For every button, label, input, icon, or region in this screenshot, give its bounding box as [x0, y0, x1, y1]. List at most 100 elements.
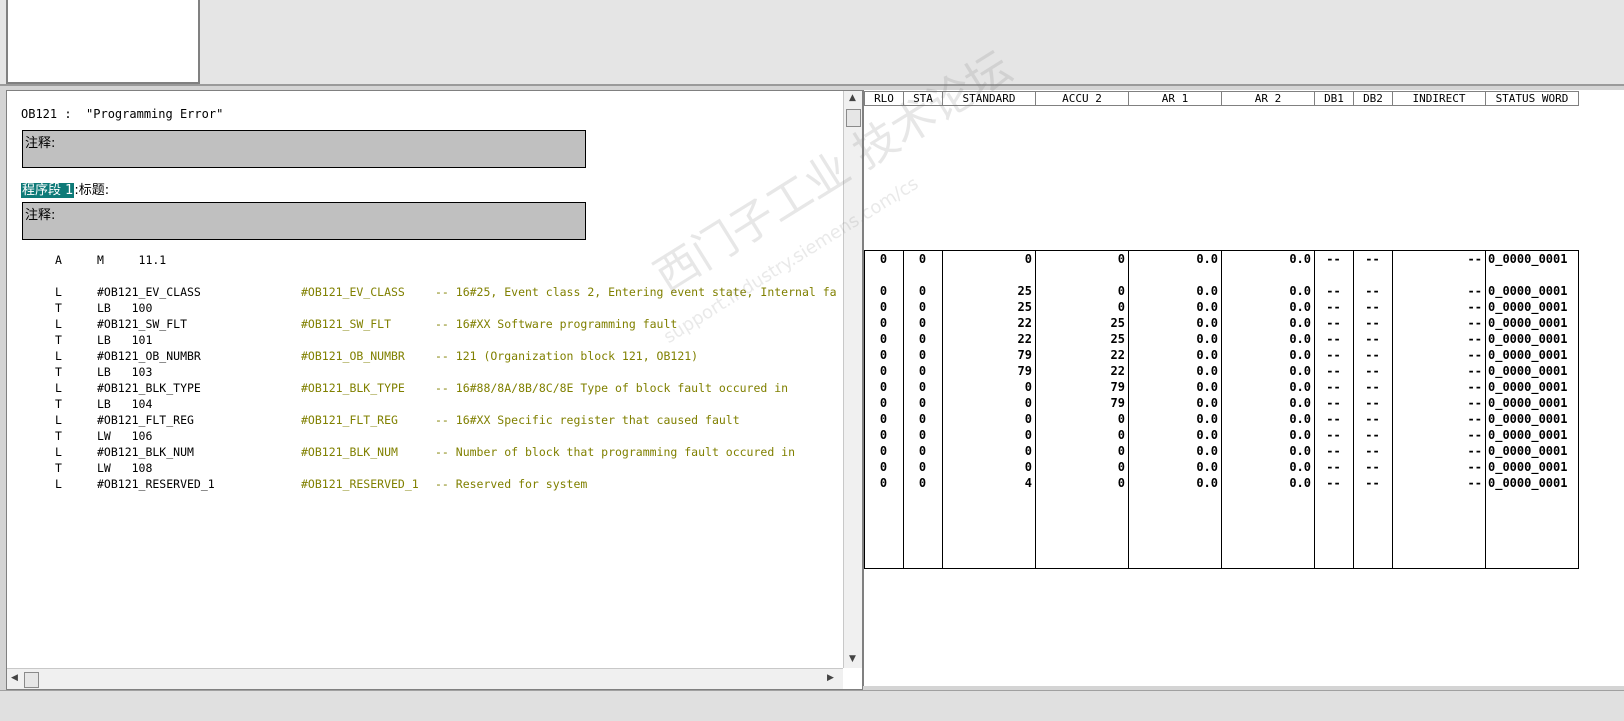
network-comment-field[interactable]: 注释:: [22, 202, 586, 240]
status-cell: 0: [879, 476, 888, 490]
status-cell: 0.0: [1196, 412, 1218, 426]
code-line[interactable]: T LB 100: [7, 301, 843, 317]
vertical-scroll-thumb[interactable]: [846, 109, 861, 127]
vertical-scrollbar[interactable]: ▲ ▼: [843, 91, 862, 668]
status-cell: --: [1326, 380, 1341, 394]
code-editor-pane[interactable]: OB121 : "Programming Error" 注释: 程序段 1:标题…: [6, 90, 863, 690]
code-symbol: #OB121_FLT_REG: [301, 413, 398, 427]
status-cell: 0: [879, 252, 888, 266]
status-cell: --: [1467, 380, 1482, 394]
header-db2[interactable]: DB2: [1353, 91, 1393, 106]
header-db1[interactable]: DB1: [1314, 91, 1354, 106]
header-rlo[interactable]: RLO: [864, 91, 904, 106]
status-cell: 0_0000_0001: [1488, 284, 1568, 298]
status-cell: 0.0: [1289, 364, 1311, 378]
header-accu2[interactable]: ACCU 2: [1035, 91, 1129, 106]
code-line[interactable]: T LB 103: [7, 365, 843, 381]
top-area: [0, 0, 1624, 86]
status-cell: --: [1467, 332, 1482, 346]
status-cell: 0.0: [1196, 460, 1218, 474]
status-cell: 0: [1117, 444, 1125, 458]
status-cell: --: [1467, 412, 1482, 426]
status-cell: 0.0: [1289, 444, 1311, 458]
header-indirect[interactable]: INDIRECT: [1392, 91, 1486, 106]
status-cell: 0_0000_0001: [1488, 316, 1568, 330]
code-line[interactable]: L #OB121_EV_CLASS #OB121_EV_CLASS -- 16#25,…: [7, 285, 843, 301]
status-cell: 0: [1024, 428, 1032, 442]
status-cell: 0: [918, 348, 927, 362]
status-cell: 0: [918, 252, 927, 266]
block-comment-field[interactable]: 注释:: [22, 130, 586, 168]
status-cell: --: [1365, 284, 1380, 298]
scroll-right-icon[interactable]: ▶: [827, 673, 834, 683]
status-cell: --: [1326, 316, 1341, 330]
status-cell: 0_0000_0001: [1488, 300, 1568, 314]
code-line[interactable]: L #OB121_RESERVED_1 #OB121_RESERVED_1 -- Re…: [7, 477, 843, 493]
status-cell: --: [1467, 444, 1482, 458]
scroll-down-icon[interactable]: ▼: [849, 654, 856, 664]
status-cell: 0.0: [1289, 300, 1311, 314]
code-line[interactable]: L #OB121_SW_FLT #OB121_SW_FLT -- 16#XX Soft…: [7, 317, 843, 333]
header-standard[interactable]: STANDARD: [942, 91, 1036, 106]
code-comment: -- 16#XX Specific register that caused f…: [435, 413, 740, 427]
code-operation: T: [55, 429, 62, 443]
code-line[interactable]: L #OB121_BLK_TYPE #OB121_BLK_TYPE -- 16#88/…: [7, 381, 843, 397]
code-comment: -- 121 (Organization block 121, OB121): [435, 349, 699, 363]
status-cell: --: [1365, 316, 1380, 330]
status-cell: 0: [918, 396, 927, 410]
network-label[interactable]: 程序段 1: [21, 183, 75, 198]
status-cell: 0: [879, 460, 888, 474]
status-cell: --: [1467, 348, 1482, 362]
header-ar2[interactable]: AR 2: [1221, 91, 1315, 106]
code-line[interactable]: T LW 108: [7, 461, 843, 477]
comment-label: 注释:: [25, 136, 56, 151]
block-title: OB121 : "Programming Error": [21, 107, 224, 121]
code-line[interactable]: T LB 104: [7, 397, 843, 413]
code-line[interactable]: [7, 269, 843, 285]
status-cell: --: [1467, 300, 1482, 314]
status-cell: 22: [1110, 348, 1125, 362]
status-cell: 0: [879, 444, 888, 458]
status-cell: --: [1365, 332, 1380, 346]
code-operation: T: [55, 301, 62, 315]
status-cell: --: [1365, 380, 1380, 394]
status-cell: --: [1326, 444, 1341, 458]
code-operation: L: [55, 381, 62, 395]
scroll-up-icon[interactable]: ▲: [849, 93, 856, 103]
scroll-left-icon[interactable]: ◀: [11, 673, 18, 683]
status-cell: 0_0000_0001: [1488, 396, 1568, 410]
code-line[interactable]: L #OB121_OB_NUMBR #OB121_OB_NUMBR -- 121 (O…: [7, 349, 843, 365]
status-cell: 0: [1024, 252, 1032, 266]
status-cell: 0: [879, 380, 888, 394]
status-cell: 0: [1024, 460, 1032, 474]
status-cell: --: [1365, 428, 1380, 442]
code-operation: T: [55, 333, 62, 347]
status-cell: --: [1365, 252, 1380, 266]
status-cell: 22: [1017, 332, 1032, 346]
top-panel: [6, 0, 200, 84]
header-sta[interactable]: STA: [903, 91, 943, 106]
code-line[interactable]: A M 11.1: [7, 253, 843, 269]
status-cell: 0.0: [1289, 396, 1311, 410]
code-comment: -- 16#25, Event class 2, Entering event …: [435, 285, 837, 299]
status-cell: 0: [879, 316, 888, 330]
status-cell: 0.0: [1289, 380, 1311, 394]
code-operation: L: [55, 445, 62, 459]
code-symbol: #OB121_OB_NUMBR: [301, 349, 405, 363]
status-cell: 0_0000_0001: [1488, 252, 1568, 266]
header-ar1[interactable]: AR 1: [1128, 91, 1222, 106]
horizontal-scrollbar[interactable]: ◀ ▶: [7, 668, 843, 689]
code-operation: L: [55, 477, 62, 491]
code-line[interactable]: L #OB121_BLK_NUM #OB121_BLK_NUM -- Number o…: [7, 445, 843, 461]
status-cell: --: [1365, 364, 1380, 378]
code-comment: -- 16#XX Software programming fault: [435, 317, 678, 331]
status-cell: --: [1467, 284, 1482, 298]
code-operation: T: [55, 461, 62, 475]
code-line[interactable]: T LW 106: [7, 429, 843, 445]
code-line[interactable]: L #OB121_FLT_REG #OB121_FLT_REG -- 16#XX Sp…: [7, 413, 843, 429]
header-status-word[interactable]: STATUS WORD: [1485, 91, 1579, 106]
horizontal-scroll-thumb[interactable]: [24, 672, 39, 688]
status-cell: 0: [918, 444, 927, 458]
code-line[interactable]: T LB 101: [7, 333, 843, 349]
code-symbol: #OB121_RESERVED_1: [301, 477, 419, 491]
